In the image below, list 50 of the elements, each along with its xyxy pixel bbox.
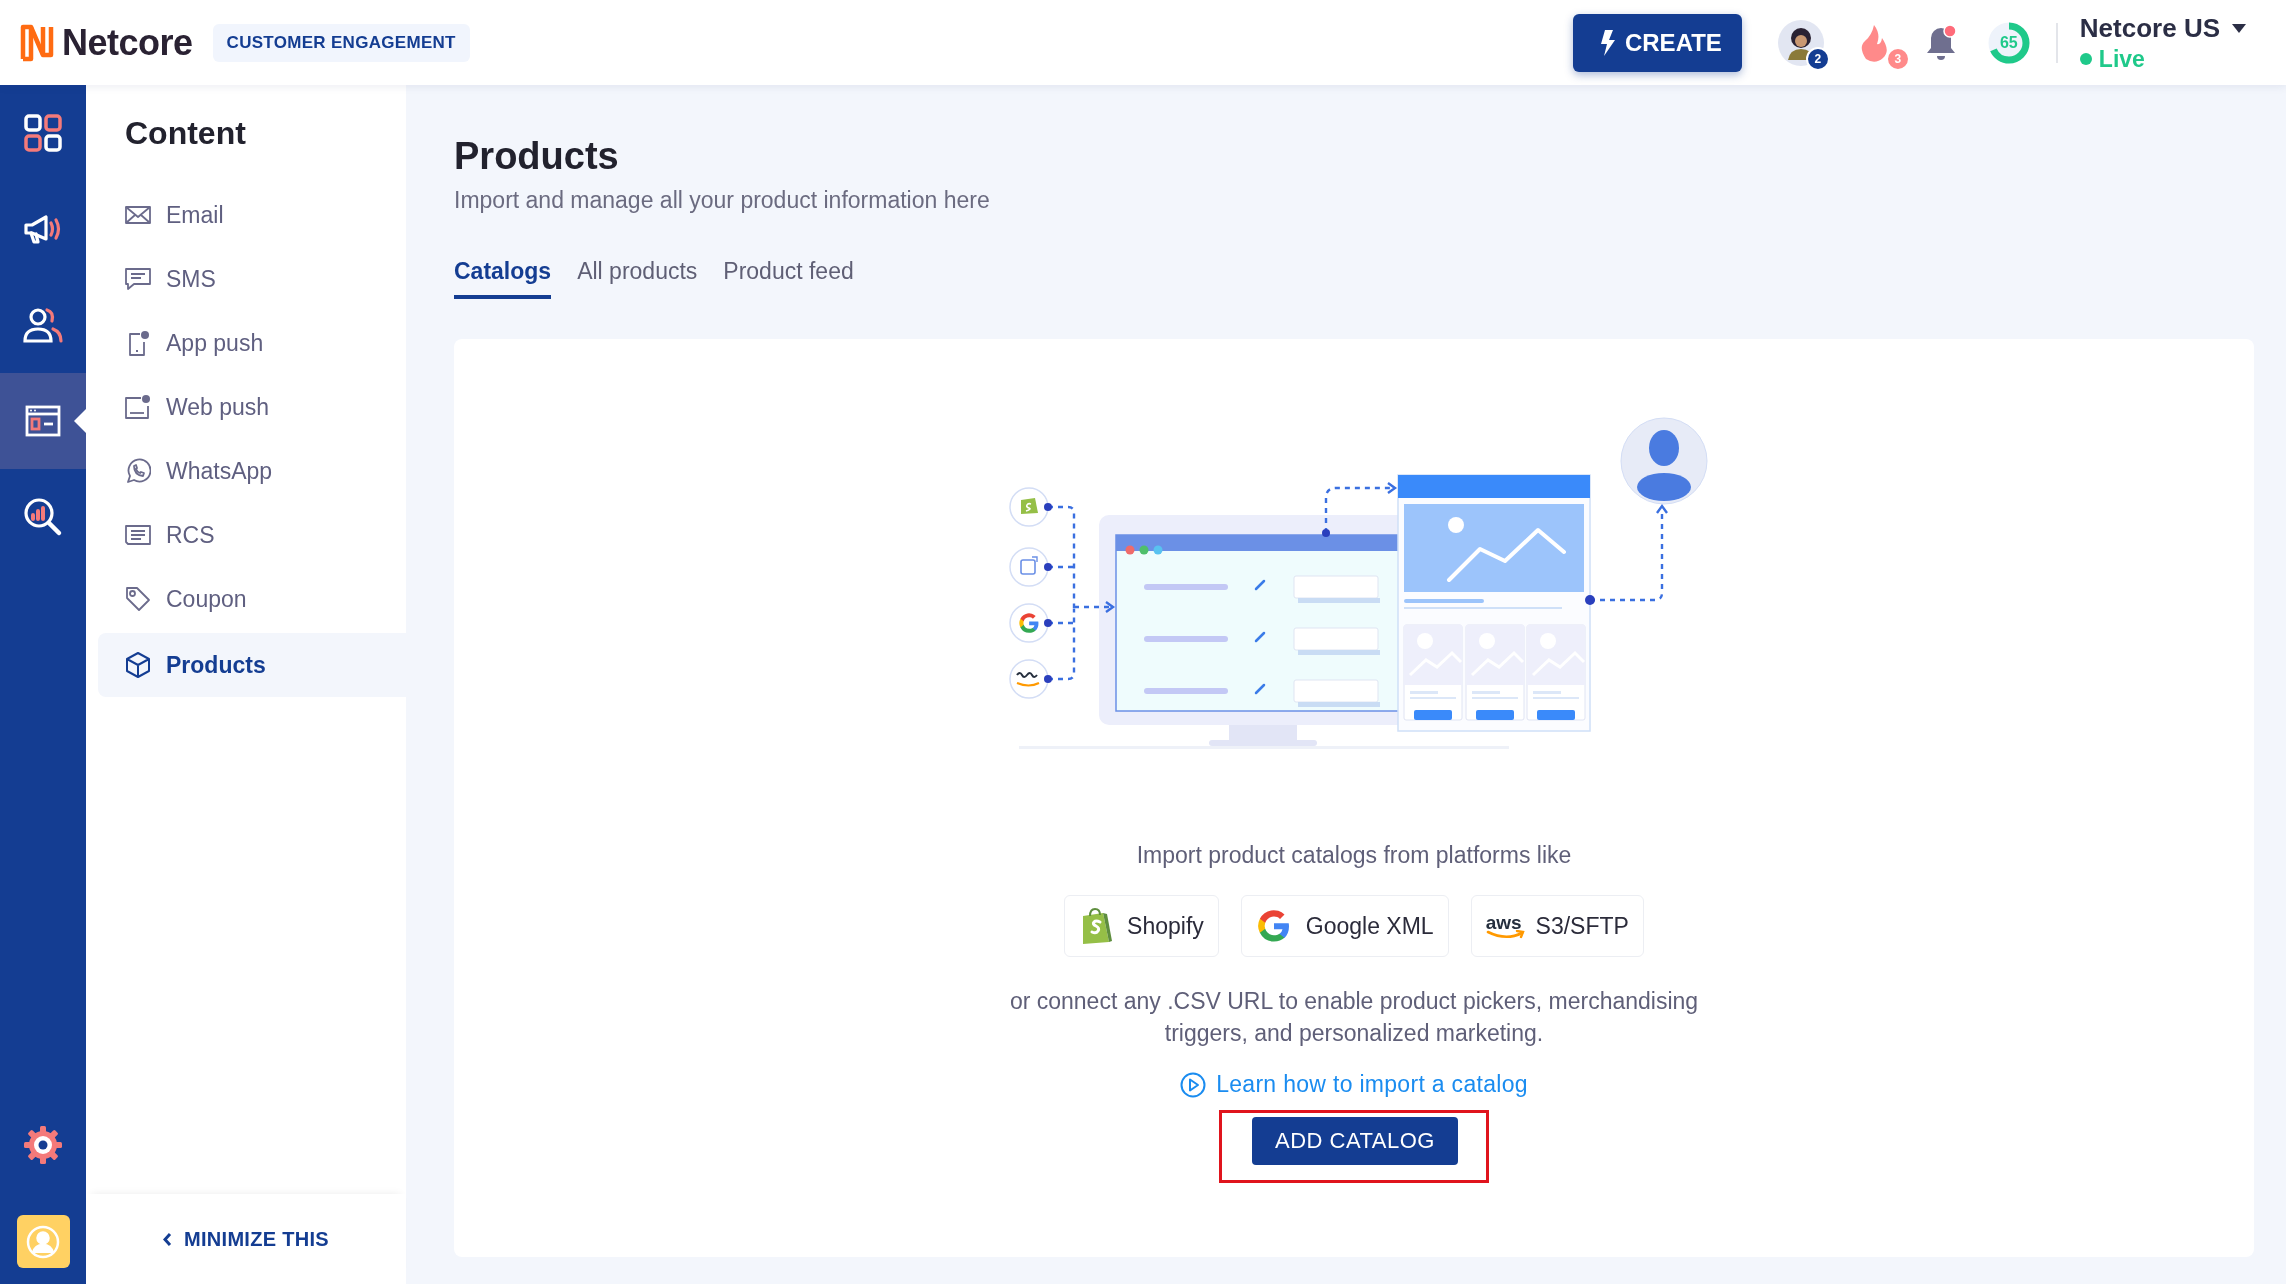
chevron-left-icon: [163, 1231, 172, 1247]
people-icon: [23, 307, 63, 343]
sidebar-item[interactable]: RCS: [98, 503, 420, 567]
browser-notification-icon: [125, 394, 151, 420]
sidebar-item[interactable]: Email: [98, 183, 420, 247]
page-title: Products: [454, 134, 620, 179]
add-catalog-button[interactable]: ADD CATALOG: [1252, 1117, 1458, 1165]
grid-icon: [24, 114, 62, 152]
aws-logo: aws: [1485, 912, 1522, 940]
browser-window-icon: [25, 405, 61, 437]
sidebar-title: Content: [124, 113, 247, 153]
chat-icon: [125, 266, 151, 292]
platform-button[interactable]: Google XML: [1240, 895, 1449, 957]
tab[interactable]: Catalogs: [454, 258, 552, 299]
page-subtitle: Import and manage all your product information here: [454, 187, 991, 214]
account-switcher[interactable]: Netcore US: [2079, 12, 2246, 44]
settings-icon: [23, 1125, 63, 1165]
product-badge: CUSTOMER ENGAGEMENT: [212, 23, 470, 62]
netcore-logo-text: Netcore: [62, 21, 193, 64]
google-g-icon: [1255, 908, 1292, 944]
play-icon: [1180, 1071, 1207, 1098]
help-link[interactable]: Learn how to import a catalog: [1180, 1071, 1528, 1098]
tab[interactable]: All products: [577, 258, 698, 299]
profile-button[interactable]: [16, 1215, 70, 1268]
status-dot: [2079, 53, 2092, 65]
account-status: Live: [2098, 45, 2145, 73]
lightning-icon: [1598, 29, 1615, 56]
whatsapp-icon: [125, 458, 151, 484]
user-icon: [26, 1224, 60, 1259]
caret-icon: [2232, 23, 2246, 33]
minimize-button[interactable]: MINIMIZE THIS: [163, 1223, 329, 1255]
platform-button[interactable]: Shopify: [1064, 895, 1219, 957]
score-value: 65: [1999, 34, 2018, 51]
sidebar-item[interactable]: Coupon: [98, 567, 420, 631]
platform-button[interactable]: aws S3/SFTP: [1470, 895, 1644, 957]
tag-icon: [125, 586, 151, 612]
sidebar-item[interactable]: Web push: [98, 375, 420, 439]
megaphone-icon: [23, 214, 63, 244]
logo-icon: [20, 23, 54, 62]
csv-description: or connect any .CSV URL to enable product pickers, merchandising triggers, and personalized marketing.: [1008, 987, 1700, 1048]
tab[interactable]: Product feed: [723, 258, 854, 299]
sidebar-item[interactable]: SMS: [98, 247, 420, 311]
cube-icon: [125, 652, 151, 678]
sidebar-item[interactable]: WhatsApp: [98, 439, 420, 503]
sidebar-item[interactable]: App push: [98, 311, 420, 375]
platforms-intro: Import product catalogs from platforms like: [1136, 842, 1572, 869]
streak-count-badge: 3: [1885, 46, 1910, 71]
analytics-search-icon: [23, 497, 63, 537]
create-button[interactable]: CREATE: [1572, 13, 1742, 72]
message-card-icon: [125, 522, 151, 548]
